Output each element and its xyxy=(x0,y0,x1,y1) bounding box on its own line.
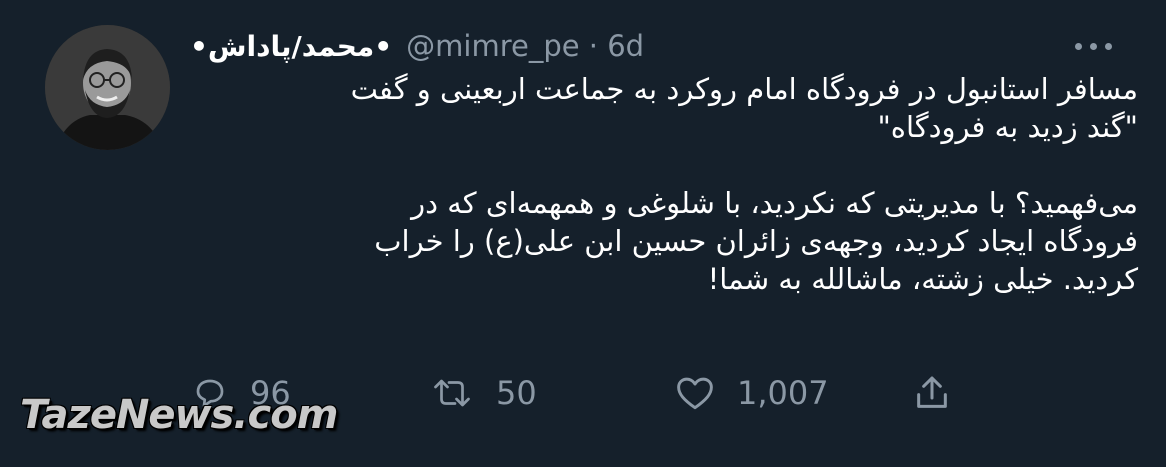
heart-icon xyxy=(677,377,713,410)
watermark: TazeNews.com xyxy=(20,392,338,438)
tweet-body: مسافر استانبول در فرودگاه امام روکرد به … xyxy=(238,70,1138,298)
body-line: کردید. خیلی زشته، ماشالله به شما! xyxy=(707,262,1138,296)
body-line: می‌فهمید؟ با مدیریتی که نکردید، با شلوغی… xyxy=(411,186,1138,220)
avatar-photo xyxy=(45,25,170,150)
dot xyxy=(1074,42,1082,50)
author-handle-time[interactable]: @mimre_pe · 6d xyxy=(406,29,644,63)
dot xyxy=(1104,42,1112,50)
body-line: مسافر استانبول در فرودگاه امام روکرد به … xyxy=(350,72,1138,106)
body-line: فرودگاه ایجاد کردید، وجهه‌ی زائران حسین … xyxy=(374,224,1138,258)
retweet-icon xyxy=(434,379,470,407)
more-dots-icon[interactable] xyxy=(1068,36,1118,56)
dot xyxy=(1089,42,1097,50)
retweet-count: 50 xyxy=(496,374,537,412)
body-line: "گند زدید به فرودگاه" xyxy=(877,110,1138,144)
share-button[interactable] xyxy=(912,365,952,421)
author-name[interactable]: •محمد/پاداش• xyxy=(190,30,392,63)
share-icon xyxy=(917,376,947,408)
like-count: 1,007 xyxy=(737,374,829,412)
retweet-button[interactable]: 50 xyxy=(430,365,537,421)
like-button[interactable]: 1,007 xyxy=(675,365,829,421)
tweet-header: •محمد/پاداش• @mimre_pe · 6d xyxy=(190,26,644,66)
avatar[interactable] xyxy=(45,25,170,150)
